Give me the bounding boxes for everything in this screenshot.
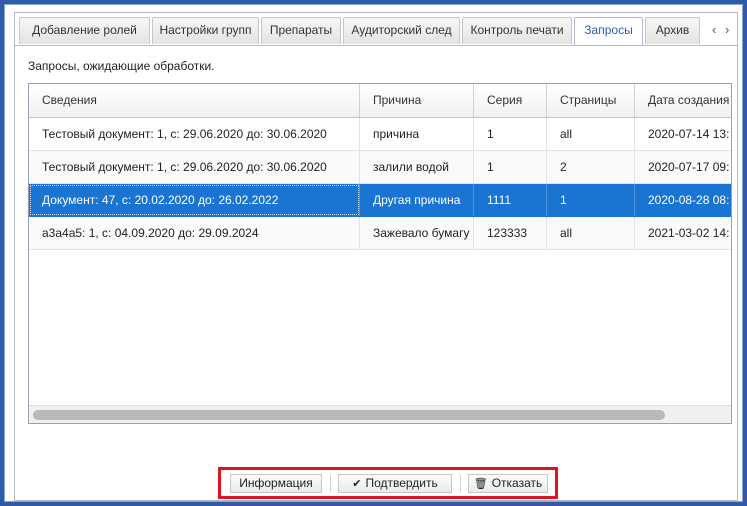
cell-reason: причина bbox=[360, 118, 474, 150]
tab-requests[interactable]: Запросы bbox=[574, 17, 643, 45]
cell-pages: 1 bbox=[547, 184, 635, 216]
reject-button[interactable]: 🗑 Отказать bbox=[468, 474, 548, 493]
info-button[interactable]: Информация bbox=[230, 474, 322, 493]
chevron-left-icon[interactable]: ‹ bbox=[712, 23, 716, 37]
cell-details: Тестовый документ: 1, с: 29.06.2020 до: … bbox=[29, 118, 360, 150]
table-row[interactable]: Тестовый документ: 1, с: 29.06.2020 до: … bbox=[29, 151, 731, 184]
cell-created: 2020-07-17 09: bbox=[648, 160, 730, 174]
column-header-pages[interactable]: Страницы bbox=[547, 84, 635, 117]
tab-add-roles[interactable]: Добавление ролей bbox=[19, 17, 150, 44]
cell-details: а3а4а5: 1, с: 04.09.2020 до: 29.09.2024 bbox=[29, 217, 360, 249]
column-header-series[interactable]: Серия bbox=[474, 84, 547, 117]
cell-reason: Другая причина bbox=[360, 184, 474, 216]
cell-created: 2020-07-14 13: bbox=[648, 127, 730, 141]
table-row-selected[interactable]: Документ: 47, с: 20.02.2020 до: 26.02.20… bbox=[29, 184, 731, 217]
scrollbar-thumb[interactable] bbox=[33, 410, 665, 420]
cell-series: 1 bbox=[474, 118, 547, 150]
cell-pages: 2 bbox=[547, 151, 635, 183]
toolbar-divider bbox=[330, 475, 331, 492]
toolbar-divider bbox=[460, 475, 461, 492]
tab-bar: Добавление ролей Настройки групп Препара… bbox=[15, 13, 737, 46]
info-button-label: Информация bbox=[239, 476, 313, 490]
requests-grid: Сведения Причина Серия Страницы Дата соз… bbox=[28, 83, 732, 424]
column-header-created[interactable]: Дата создания bbox=[635, 84, 731, 117]
cell-details: Документ: 47, с: 20.02.2020 до: 26.02.20… bbox=[29, 184, 360, 216]
horizontal-scrollbar[interactable] bbox=[29, 405, 731, 423]
tab-drugs[interactable]: Препараты bbox=[261, 17, 341, 44]
grid-header: Сведения Причина Серия Страницы Дата соз… bbox=[29, 84, 731, 118]
cell-details: Тестовый документ: 1, с: 29.06.2020 до: … bbox=[29, 151, 360, 183]
cell-created: 2021-03-02 14: bbox=[648, 226, 730, 240]
reject-button-label: Отказать bbox=[491, 476, 543, 490]
confirm-button[interactable]: ✔ Подтвердить bbox=[338, 474, 452, 493]
confirm-button-label: Подтвердить bbox=[365, 476, 438, 490]
cell-reason: Зажевало бумагу bbox=[360, 217, 474, 249]
table-row[interactable]: а3а4а5: 1, с: 04.09.2020 до: 29.09.2024 … bbox=[29, 217, 731, 250]
cell-series: 123333 bbox=[474, 217, 547, 249]
cell-pages: all bbox=[547, 118, 635, 150]
cell-series: 1 bbox=[474, 151, 547, 183]
chevron-right-icon[interactable]: › bbox=[725, 23, 729, 37]
trash-icon: 🗑 bbox=[473, 478, 488, 490]
app-frame: Добавление ролей Настройки групп Препара… bbox=[0, 0, 747, 506]
main-window: Добавление ролей Настройки групп Препара… bbox=[14, 12, 738, 501]
cell-reason: залили водой bbox=[360, 151, 474, 183]
check-icon: ✔ bbox=[352, 478, 362, 490]
tab-audit-trail[interactable]: Аудиторский след bbox=[343, 17, 460, 44]
tab-print-control[interactable]: Контроль печати bbox=[462, 17, 572, 44]
column-header-details[interactable]: Сведения bbox=[29, 84, 360, 117]
action-toolbar: Информация ✔ Подтвердить 🗑 Отказать bbox=[218, 467, 558, 499]
cell-series: 1111 bbox=[474, 184, 547, 216]
page-description: Запросы, ожидающие обработки. bbox=[28, 59, 215, 73]
cell-created: 2020-08-28 08: bbox=[648, 193, 730, 207]
tab-archive[interactable]: Архив bbox=[645, 17, 700, 44]
column-header-reason[interactable]: Причина bbox=[360, 84, 474, 117]
table-row[interactable]: Тестовый документ: 1, с: 29.06.2020 до: … bbox=[29, 118, 731, 151]
cell-pages: all bbox=[547, 217, 635, 249]
tab-group-settings[interactable]: Настройки групп bbox=[152, 17, 259, 44]
